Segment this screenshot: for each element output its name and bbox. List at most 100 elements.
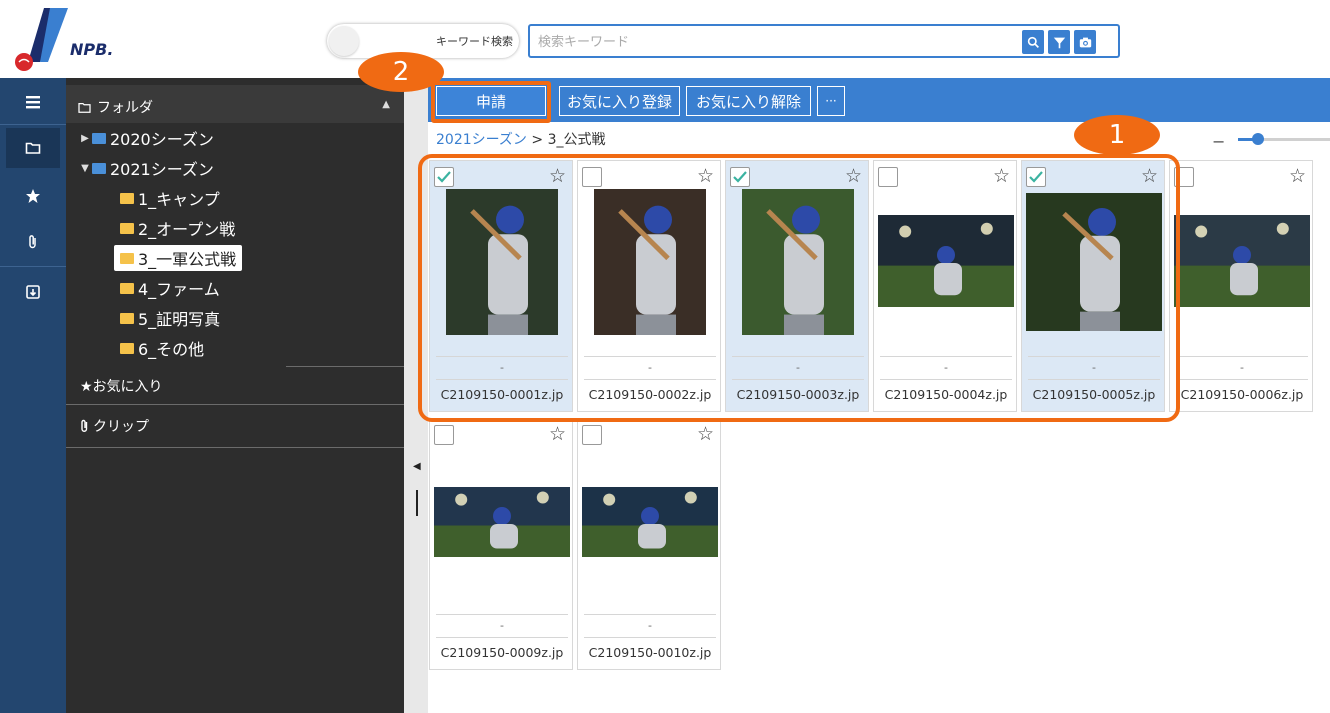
- tree-item-label: 2021シーズン: [110, 160, 214, 179]
- thumbnail-card[interactable]: ☆ - C2109150-0006z.jp: [1169, 160, 1313, 412]
- tree-item-id-photos[interactable]: 5_証明写真: [120, 304, 220, 332]
- remove-favorite-button[interactable]: お気に入り解除: [686, 86, 811, 116]
- tree-item-label: 4_ファーム: [138, 280, 220, 299]
- search-box: [528, 24, 1120, 58]
- divider: [436, 614, 568, 615]
- favorites-label: ★お気に入り: [80, 379, 163, 395]
- folder-panel-title: フォルダ: [78, 97, 153, 117]
- breadcrumb-parent-link[interactable]: 2021シーズン: [436, 132, 527, 148]
- tree-item-label: 3_一軍公式戦: [138, 250, 237, 269]
- rail-separator: [0, 124, 66, 125]
- select-checkbox[interactable]: [434, 425, 454, 445]
- tree-item-farm[interactable]: 4_ファーム: [120, 274, 220, 302]
- tree-item-2020-season[interactable]: ▶ 2020シーズン: [78, 124, 214, 152]
- tree-item-label: 6_その他: [138, 340, 205, 359]
- app-root: NPB. キーワード検索 検索キーワード フォルダ ▲ ▶ 2020シーズン ▼…: [0, 0, 1330, 713]
- clip-icon: [81, 419, 88, 432]
- tree-item-other[interactable]: 6_その他: [120, 334, 204, 362]
- photo-meta: -: [1240, 361, 1244, 374]
- export-icon: [26, 285, 40, 299]
- add-favorite-button[interactable]: お気に入り登録: [559, 86, 680, 116]
- photo-filename: C2109150-0009z.jp: [440, 645, 564, 660]
- annotation-badge-2: 2: [358, 52, 444, 92]
- breadcrumb-current: 3_公式戦: [547, 132, 606, 148]
- tree-item-open-games[interactable]: 2_オープン戦: [120, 214, 235, 242]
- divider: [436, 637, 568, 638]
- toggle-knob[interactable]: [329, 26, 359, 56]
- logo-text: NPB.: [70, 40, 114, 59]
- tree-item-label: 5_証明写真: [138, 310, 221, 329]
- folder-icon: [25, 142, 41, 154]
- season-folder-icon: [92, 162, 106, 174]
- collapse-triangle-icon[interactable]: ▼: [78, 163, 92, 174]
- tree-item-2021-season[interactable]: ▼ 2021シーズン: [78, 154, 214, 182]
- more-actions-button[interactable]: ···: [817, 86, 845, 116]
- divider: [584, 637, 716, 638]
- folder-panel-label: フォルダ: [97, 100, 153, 116]
- keyword-search-toggle[interactable]: キーワード検索: [327, 24, 519, 58]
- favorite-star-icon[interactable]: ☆: [697, 423, 714, 445]
- header: NPB. キーワード検索: [0, 0, 1330, 78]
- rail-separator: [0, 266, 66, 267]
- favorites-nav-button[interactable]: [6, 176, 60, 216]
- camera-search-button[interactable]: [1074, 30, 1096, 54]
- folder-icon: [120, 192, 134, 204]
- menu-button[interactable]: [6, 82, 60, 122]
- divider: [584, 614, 716, 615]
- zoom-slider-thumb[interactable]: [1252, 133, 1264, 145]
- annotation-badge-1: 1: [1074, 115, 1160, 155]
- selection-highlight: [418, 154, 1180, 422]
- divider: [286, 366, 404, 367]
- clip-icon: [29, 235, 36, 249]
- divider: [1176, 379, 1308, 380]
- export-nav-button[interactable]: [6, 272, 60, 312]
- selected-folder[interactable]: 3_一軍公式戦: [114, 245, 243, 271]
- photo-meta: -: [500, 619, 504, 632]
- folder-icon: [120, 312, 134, 324]
- breadcrumb-separator: >: [526, 132, 548, 148]
- apply-button-highlight: [431, 81, 551, 123]
- expand-triangle-icon[interactable]: ▶: [78, 133, 92, 144]
- photo-meta: -: [648, 619, 652, 632]
- season-folder-icon: [92, 132, 106, 144]
- clip-nav-button[interactable]: [6, 222, 60, 262]
- select-checkbox[interactable]: [582, 425, 602, 445]
- tree-item-official-games[interactable]: 3_一軍公式戦: [114, 244, 243, 272]
- search-input[interactable]: [538, 31, 1008, 53]
- folder-nav-button[interactable]: [6, 128, 60, 168]
- folder-icon: [120, 342, 134, 354]
- folder-panel-header[interactable]: フォルダ ▲: [66, 85, 404, 123]
- divider: [66, 447, 404, 448]
- filter-icon: [1053, 37, 1065, 48]
- menu-icon: [26, 96, 40, 109]
- photo-filename: C2109150-0006z.jp: [1180, 387, 1304, 402]
- thumbnail-card[interactable]: ☆ - C2109150-0010z.jp: [577, 418, 721, 670]
- favorite-star-icon[interactable]: ☆: [549, 423, 566, 445]
- folder-outline-icon: [78, 102, 91, 113]
- photo-filename: C2109150-0010z.jp: [588, 645, 712, 660]
- star-icon: [26, 189, 40, 203]
- clips-section[interactable]: クリップ: [80, 416, 149, 436]
- tree-item-label: 1_キャンプ: [138, 190, 220, 209]
- camera-icon: [1079, 37, 1091, 47]
- tree-item-label: 2_オープン戦: [138, 220, 236, 239]
- clips-label: クリップ: [93, 419, 149, 435]
- collapse-left-icon[interactable]: ◀: [413, 461, 421, 472]
- filter-button[interactable]: [1048, 30, 1070, 54]
- photo-thumbnail[interactable]: [578, 487, 722, 557]
- tree-item-camp[interactable]: 1_キャンプ: [120, 184, 220, 212]
- splitter-handle[interactable]: [416, 490, 418, 516]
- divider: [1176, 356, 1308, 357]
- collapse-caret-icon[interactable]: ▲: [382, 99, 390, 110]
- divider: [66, 404, 404, 405]
- favorite-star-icon[interactable]: ☆: [1289, 165, 1306, 187]
- folder-panel: フォルダ ▲ ▶ 2020シーズン ▼ 2021シーズン 1_キャンプ 2_オー…: [66, 78, 404, 713]
- photo-thumbnail[interactable]: [430, 487, 574, 557]
- zoom-out-icon[interactable]: −: [1212, 132, 1225, 151]
- tree-item-label: 2020シーズン: [110, 130, 214, 149]
- photo-thumbnail[interactable]: [1170, 215, 1314, 307]
- search-button[interactable]: [1022, 30, 1044, 54]
- folder-icon: [120, 252, 134, 264]
- thumbnail-card[interactable]: ☆ - C2109150-0009z.jp: [429, 418, 573, 670]
- favorites-section[interactable]: ★お気に入り: [80, 376, 163, 396]
